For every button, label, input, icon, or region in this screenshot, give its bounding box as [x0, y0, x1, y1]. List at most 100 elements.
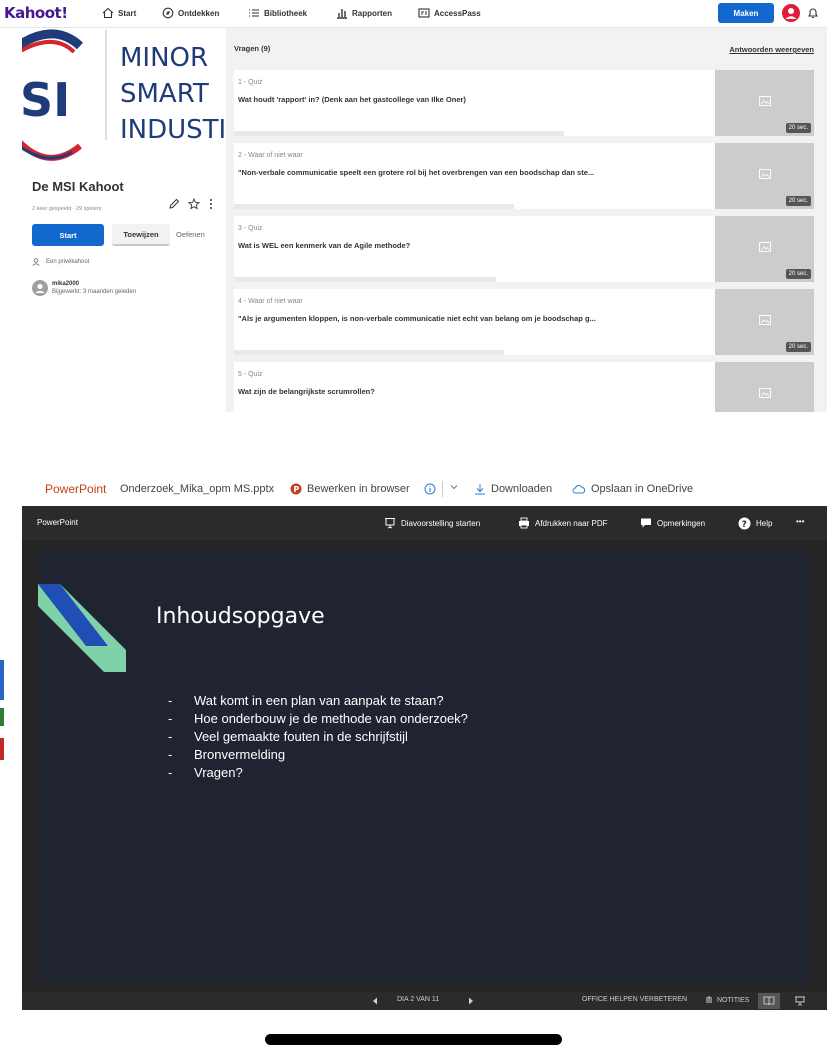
bullet-text: Wat komt in een plan van aanpak te staan…: [194, 693, 444, 708]
answer-bar: [234, 204, 514, 209]
print-pdf-button[interactable]: Afdrukken naar PDF: [518, 517, 607, 529]
nav-reports[interactable]: Rapporten: [336, 7, 392, 19]
slideshow-view-icon[interactable]: [794, 996, 806, 1006]
ppt-status-bar: DIA 2 VAN 11 OFFICE HELPEN VERBETEREN NO…: [22, 992, 827, 1010]
kahoot-details-panel: SI MINOR SMART INDUSTI De MSI Kahoot 2 k…: [22, 28, 226, 412]
edit-in-browser-label: Bewerken in browser: [307, 483, 410, 495]
background-window-edge: [0, 660, 4, 700]
presentation-icon: [385, 518, 395, 529]
svg-text:P: P: [293, 485, 299, 494]
nav-accesspass[interactable]: AccessPass: [418, 7, 481, 19]
creator-avatar[interactable]: [32, 280, 48, 296]
nav-library[interactable]: Bibliotheek: [248, 7, 307, 19]
bullet-item: - Wat komt in een plan van aanpak te staa…: [168, 693, 444, 708]
nav-discover[interactable]: Ontdekken: [162, 7, 219, 19]
practice-button[interactable]: Oefenen: [176, 230, 205, 239]
slide-bullet-list: - Wat komt in een plan van aanpak te staa…: [168, 692, 468, 782]
comments-label: Opmerkingen: [657, 518, 706, 528]
bullet-text: Bronvermelding: [194, 747, 286, 762]
background-window-edge: [0, 708, 4, 726]
image-placeholder-icon: [759, 242, 771, 252]
image-placeholder-icon: [759, 96, 771, 106]
start-slideshow-label: Diavoorstelling starten: [401, 518, 481, 528]
creator-updated: Bijgewerkt: 3 maanden geleden: [52, 289, 137, 295]
nav-start[interactable]: Start: [102, 7, 136, 19]
bullet-item: - Vragen?: [168, 765, 243, 780]
kahoot-title: De MSI Kahoot: [32, 179, 124, 194]
notes-toggle[interactable]: NOTITIES: [705, 996, 749, 1004]
nav-start-label: Start: [118, 8, 137, 18]
time-limit-badge: 20 sec.: [785, 269, 811, 279]
assign-button[interactable]: Toewijzen: [112, 224, 170, 246]
question-type: 5 - Quiz: [238, 371, 263, 378]
background-window-edge: [0, 738, 4, 760]
bar-chart-icon: [337, 9, 347, 19]
download-button[interactable]: Downloaden: [474, 483, 552, 495]
kahoot-logo[interactable]: Kahoot!: [4, 4, 68, 22]
chevron-down-icon: [450, 485, 458, 490]
user-avatar[interactable]: [782, 4, 800, 22]
print-pdf-label: Afdrukken naar PDF: [535, 518, 608, 528]
start-button[interactable]: Start: [32, 224, 104, 246]
more-vertical-icon[interactable]: [208, 198, 214, 210]
question-thumbnail: [715, 362, 814, 412]
question-card[interactable]: 3 - Quiz Wat is WEL een kenmerk van de A…: [234, 216, 814, 282]
home-indicator[interactable]: [265, 1034, 562, 1045]
save-onedrive-button[interactable]: Opslaan in OneDrive: [572, 483, 693, 495]
more-options-button[interactable]: •••: [796, 517, 804, 526]
kahoot-action-icons: [168, 198, 214, 210]
bullet-item: - Veel gemaakte fouten in de schrijfstijl: [168, 729, 408, 744]
show-answers-link[interactable]: Antwoorden weergeven: [729, 45, 814, 54]
help-improve-office-link[interactable]: OFFICE HELPEN VERBETEREN: [582, 996, 687, 1003]
question-text: Wat houdt 'rapport' in? (Denk aan het ga…: [238, 95, 466, 104]
save-onedrive-label: Opslaan in OneDrive: [591, 483, 694, 495]
printer-icon: [519, 517, 529, 529]
question-card[interactable]: 2 - Waar of niet waar "Non-verbale commu…: [234, 143, 814, 209]
help-label: Help: [756, 519, 773, 528]
options-dropdown[interactable]: [450, 483, 458, 491]
home-icon: [102, 7, 114, 19]
person-icon: [32, 258, 40, 266]
question-card[interactable]: 4 - Waar of niet waar "Als je argumenten…: [234, 289, 814, 355]
kahoot-cover-image: SI MINOR SMART INDUSTI: [22, 28, 226, 168]
previous-slide-icon[interactable]: [372, 997, 378, 1005]
notes-label: NOTITIES: [717, 996, 750, 1004]
bell-icon[interactable]: [806, 6, 820, 20]
answer-bar: [234, 131, 564, 136]
creator-name[interactable]: mika2000: [52, 280, 136, 288]
info-button[interactable]: [424, 483, 436, 495]
notes-icon: [706, 996, 712, 1003]
questions-panel: Vragen (9) Antwoorden weergeven 1 - Quiz…: [226, 28, 827, 412]
cover-line-1: MINOR: [120, 43, 208, 73]
private-label: Een privékahoot: [46, 259, 90, 265]
slide-canvas: Inhoudsopgave - Wat komt in een plan van …: [38, 550, 808, 982]
time-limit-badge: 20 sec.: [785, 123, 811, 133]
list-icon: [249, 9, 259, 17]
question-card[interactable]: 5 - Quiz Wat zijn de belangrijkste scrum…: [234, 362, 814, 412]
kahoot-top-nav: Kahoot! Start Ontdekken Bibliotheek Rapp…: [0, 0, 827, 28]
cloud-icon: [572, 485, 586, 494]
edit-in-browser-button[interactable]: P Bewerken in browser: [290, 483, 410, 495]
reading-view-button[interactable]: [758, 993, 780, 1009]
nav-reports-label: Rapporten: [352, 8, 392, 18]
book-icon: [763, 996, 775, 1006]
comment-icon: [641, 518, 651, 528]
question-thumbnail: 20 sec.: [715, 70, 814, 136]
start-slideshow-button[interactable]: Diavoorstelling starten: [384, 517, 480, 529]
ppt-toolbar-brand: PowerPoint: [37, 518, 78, 527]
download-label: Downloaden: [491, 483, 553, 495]
question-text: "Als je argumenten kloppen, is non-verba…: [238, 314, 596, 323]
bullet-item: - Bronvermelding: [168, 747, 286, 762]
slide-title: Inhoudsopgave: [156, 604, 325, 629]
ppt-app-name[interactable]: PowerPoint: [45, 482, 106, 496]
edit-icon[interactable]: [168, 198, 180, 210]
question-card[interactable]: 1 - Quiz Wat houdt 'rapport' in? (Denk a…: [234, 70, 814, 136]
ppt-slide-stage: Inhoudsopgave - Wat komt in een plan van …: [22, 540, 827, 992]
star-icon[interactable]: [188, 198, 200, 210]
comments-button[interactable]: Opmerkingen: [640, 517, 705, 529]
help-button[interactable]: ? Help: [738, 517, 772, 530]
create-button[interactable]: Maken: [718, 3, 774, 23]
question-text: Wat zijn de belangrijkste scrumrollen?: [238, 387, 375, 396]
next-slide-icon[interactable]: [468, 997, 474, 1005]
cover-line-3: INDUSTI: [120, 115, 226, 145]
